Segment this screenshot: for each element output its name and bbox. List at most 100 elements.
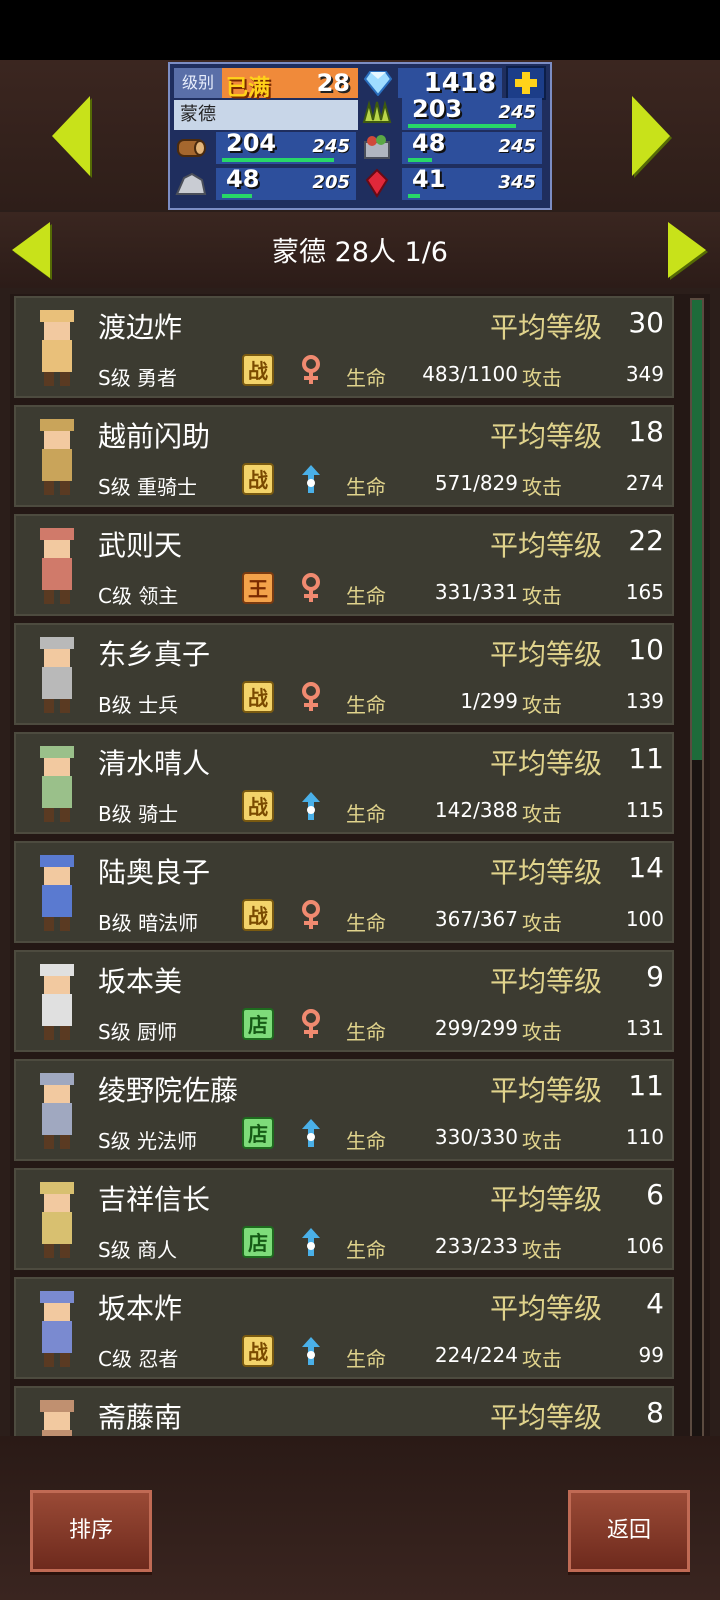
- attack-value: 274: [625, 471, 664, 495]
- food-icon: [364, 135, 390, 159]
- character-rank-class: C级 领主: [98, 584, 179, 608]
- attack-label: 攻击: [522, 1238, 562, 1262]
- attack-value: 165: [625, 580, 664, 604]
- attack-label: 攻击: [522, 1020, 562, 1044]
- character-name: 坂本美: [98, 965, 183, 998]
- female-icon: [302, 1009, 320, 1038]
- character-portrait-icon: [40, 855, 74, 931]
- avg-level-value: 9: [646, 960, 664, 993]
- character-rank-class: B级 士兵: [98, 693, 179, 717]
- character-card[interactable]: 武则天 平均等级 22 C级 领主 王 生命 331/331 攻击 165: [14, 514, 674, 616]
- character-card[interactable]: 坂本美 平均等级 9 S级 厨师 店 生命 299/299 攻击 131: [14, 950, 674, 1052]
- avg-level-label: 平均等级: [490, 856, 603, 889]
- character-name: 武则天: [98, 529, 183, 562]
- job-badge-icon: 战: [242, 681, 274, 713]
- character-list[interactable]: 渡边炸 平均等级 30 S级 勇者战生命 483/1100 攻击 349 越前闪助 平均等级 18…: [10, 294, 710, 1460]
- male-icon: [302, 792, 320, 820]
- attack-label: 攻击: [522, 584, 562, 608]
- job-badge-icon: 店: [242, 1008, 274, 1040]
- prev-town-arrow-icon[interactable]: [52, 96, 90, 176]
- attack-label: 攻击: [522, 1129, 562, 1153]
- attack-label: 攻击: [522, 475, 562, 499]
- character-portrait-icon: [40, 637, 74, 713]
- job-badge-icon: 战: [242, 354, 274, 386]
- attack-label: 攻击: [522, 911, 562, 935]
- hp-value: 233/233: [434, 1234, 518, 1258]
- attack-label: 攻击: [522, 366, 562, 390]
- character-rank-class: S级 商人: [98, 1238, 178, 1262]
- avg-level-value: 6: [646, 1178, 664, 1211]
- character-rank-class: S级 重骑士: [98, 475, 198, 499]
- avg-level-value: 30: [628, 306, 664, 339]
- stone-resource: 48 205: [216, 165, 356, 200]
- level-box: 已满 28: [222, 68, 358, 101]
- stone-icon: [175, 172, 207, 195]
- next-town-arrow-icon[interactable]: [632, 96, 670, 176]
- attack-value: 131: [625, 1016, 664, 1040]
- status-bar: [0, 0, 720, 60]
- attack-label: 攻击: [522, 1347, 562, 1371]
- attack-value: 99: [638, 1343, 664, 1367]
- avg-level-value: 22: [628, 524, 664, 557]
- character-card[interactable]: 坂本炸 平均等级 4 C级 忍者 战 生命 224/224 攻击 99: [14, 1277, 674, 1379]
- avg-level-value: 14: [628, 851, 664, 884]
- female-icon: [302, 355, 320, 384]
- male-icon: [302, 1228, 320, 1256]
- avg-level-value: 11: [628, 1069, 664, 1102]
- grass-icon: [362, 100, 392, 123]
- character-rank-class: S级 勇者: [98, 366, 178, 390]
- character-portrait-icon: [40, 310, 74, 386]
- character-portrait-icon: [40, 1073, 74, 1149]
- stone-bar: [222, 194, 252, 198]
- hp-label: 生命: [346, 1347, 386, 1371]
- character-name: 斋藤南: [98, 1401, 183, 1434]
- character-rank-class: S级 光法师: [98, 1129, 198, 1153]
- character-card[interactable]: 陆奥良子 平均等级 14 B级 暗法师 战 生命 367/367 攻击 100: [14, 841, 674, 943]
- character-name: 渡边炸: [98, 311, 183, 344]
- wood-bar: [222, 158, 334, 162]
- level-label: 级别: [174, 68, 222, 98]
- character-card[interactable]: 越前闪助 平均等级 18 S级 重骑士 战 生命 571/829 攻击 274: [14, 405, 674, 507]
- character-card[interactable]: 吉祥信长 平均等级 6 S级 商人 店 生命 233/233 攻击 106: [14, 1168, 674, 1270]
- grass-resource: 203 245: [402, 95, 542, 130]
- add-gems-button[interactable]: [506, 66, 546, 100]
- avg-level-value: 18: [628, 415, 664, 448]
- avg-level-label: 平均等级: [490, 1401, 603, 1434]
- character-card[interactable]: 绫野院佐藤 平均等级 11 S级 光法师 店 生命 330/330 攻击 110: [14, 1059, 674, 1161]
- hp-value: 224/224: [434, 1343, 518, 1367]
- gem-count: 1418: [398, 68, 502, 98]
- character-portrait-icon: [40, 964, 74, 1040]
- avg-level-label: 平均等级: [490, 747, 603, 780]
- attack-value: 100: [625, 907, 664, 931]
- hp-label: 生命: [346, 366, 386, 390]
- hp-value: 367/367: [434, 907, 518, 931]
- character-rank-class: B级 骑士: [98, 802, 179, 826]
- character-card[interactable]: 渡边炸 平均等级 30 S级 勇者 战 生命 483/1100 攻击 349: [14, 296, 674, 398]
- job-badge-icon: 店: [242, 1226, 274, 1258]
- character-card[interactable]: 东乡真子 平均等级 10 B级 士兵 战 生命 1/299 攻击 139: [14, 623, 674, 725]
- avg-level-value: 4: [646, 1287, 664, 1320]
- character-portrait-icon: [40, 419, 74, 495]
- hp-label: 生命: [346, 802, 386, 826]
- job-badge-icon: 店: [242, 1117, 274, 1149]
- attack-label: 攻击: [522, 802, 562, 826]
- hp-value: 571/829: [434, 471, 518, 495]
- hp-value: 299/299: [434, 1016, 518, 1040]
- hp-label: 生命: [346, 693, 386, 717]
- ruby-resource: 41 345: [402, 165, 542, 200]
- hp-label: 生命: [346, 911, 386, 935]
- female-icon: [302, 900, 320, 929]
- male-icon: [302, 465, 320, 493]
- character-card[interactable]: 清水晴人 平均等级 11 B级 骑士 战 生命 142/388 攻击 115: [14, 732, 674, 834]
- character-portrait-icon: [40, 1182, 74, 1258]
- sort-button[interactable]: 排序: [30, 1490, 152, 1572]
- town-population-title: 蒙德 28人 1/6: [272, 237, 448, 268]
- ruby-icon: [365, 168, 389, 198]
- avg-level-label: 平均等级: [490, 311, 603, 344]
- food-bar: [408, 158, 432, 162]
- scrollbar-thumb[interactable]: [692, 300, 702, 760]
- back-button[interactable]: 返回: [568, 1490, 690, 1572]
- food-resource: 48 245: [402, 129, 542, 164]
- hp-value: 483/1100: [422, 362, 518, 386]
- avg-level-label: 平均等级: [490, 529, 603, 562]
